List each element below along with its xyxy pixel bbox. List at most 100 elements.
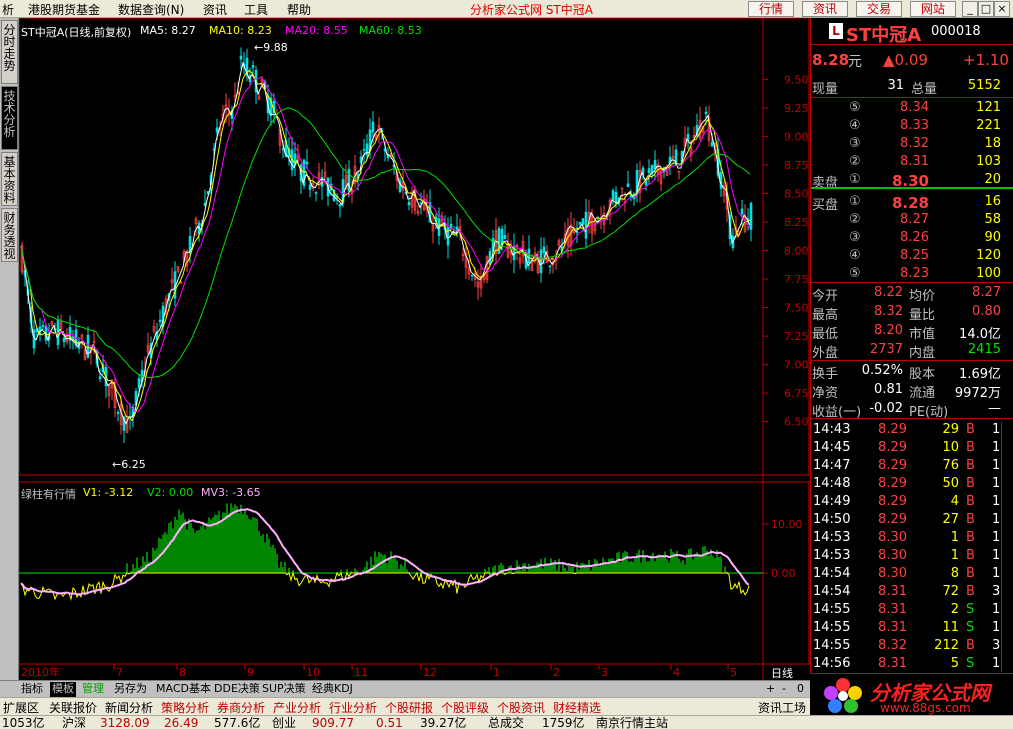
tick-count: 1: [992, 620, 1001, 635]
tick-count: 1: [992, 530, 1001, 545]
status-item: 1759亿: [542, 716, 585, 729]
quote-button[interactable]: 行情: [748, 1, 794, 17]
bar2-item[interactable]: 行业分析: [329, 699, 377, 716]
tab-intraday[interactable]: 分时走势: [1, 20, 18, 84]
sub-legend-name: 绿柱有行情: [21, 488, 76, 501]
tick-volume: 5: [950, 656, 959, 671]
sell-level: ①: [849, 172, 861, 187]
bar2-item[interactable]: 个股研报: [385, 699, 433, 716]
bar2-item[interactable]: 关联报价: [49, 699, 97, 716]
candle-body: [500, 229, 504, 245]
kline-chart[interactable]: 9.50 9.25 9.00 8.75 8.50 8.25 8.00 7.75 7.50 7.25…: [19, 18, 810, 680]
tab-dde[interactable]: DDE决策: [214, 682, 260, 697]
bar2-item[interactable]: 个股评级: [441, 699, 489, 716]
zoom-reset-button[interactable]: 0: [797, 682, 804, 697]
menu-item-news[interactable]: 资讯: [203, 1, 227, 18]
vol-now: 31: [887, 78, 904, 93]
tick-row: 14:43 8.29 29 B 1: [811, 422, 1013, 440]
period-label[interactable]: 日线: [771, 665, 793, 681]
candle-body: [239, 55, 243, 60]
tick-time: 14:48: [813, 476, 851, 491]
legend-ma60: MA60: 8.53: [359, 24, 422, 37]
trade-button[interactable]: 交易: [856, 1, 902, 17]
bar2-item[interactable]: 产业分析: [273, 699, 321, 716]
tick-row: 14:48 8.29 50 B 1: [811, 476, 1013, 494]
price-tick-label: 8.75: [784, 159, 809, 172]
minimize-icon[interactable]: _: [962, 1, 978, 17]
candle-body: [611, 190, 615, 201]
sub-legend-mv3: MV3: -3.65: [201, 486, 261, 499]
tab-financials[interactable]: 财务透视: [1, 208, 18, 262]
tab-indicator[interactable]: 指标: [21, 682, 43, 697]
date-tick-label: 5: [730, 666, 737, 679]
tab-sup[interactable]: SUP决策: [262, 682, 306, 697]
tick-time: 14:55: [813, 638, 851, 653]
ma5-line: [20, 61, 751, 425]
price-tick-label: 7.75: [784, 273, 809, 286]
site-logo: 分析家公式网 www.88gs.com: [810, 673, 1013, 715]
tab-kdj[interactable]: 经典KDJ: [312, 682, 353, 697]
close-icon[interactable]: ×: [994, 1, 1010, 17]
price-change-pct: +1.10: [963, 51, 1009, 69]
tick-row: 14:55 8.32 212 B 3: [811, 638, 1013, 656]
tick-row: 14:49 8.29 4 B 1: [811, 494, 1013, 512]
buy-volume: 90: [984, 230, 1001, 245]
menu-item-hk-futures[interactable]: 港股期货基金: [28, 1, 100, 18]
zoom-in-button[interactable]: +: [766, 682, 775, 697]
menu-item-help[interactable]: 帮助: [287, 1, 311, 18]
bar2-item[interactable]: 新闻分析: [105, 699, 153, 716]
stat-value: 0.80: [972, 304, 1001, 319]
tick-volume: 27: [942, 512, 959, 527]
maximize-icon[interactable]: □: [978, 1, 994, 17]
tick-side: B: [966, 494, 975, 509]
stat-label: 内盘: [909, 346, 936, 361]
quote-panel: L ST中冠A 000018 8.28 元 ▲0.09 +1.10 现量 31 …: [810, 18, 1013, 680]
buy-price: 8.26: [900, 230, 929, 245]
status-item: 577.6亿: [214, 716, 261, 729]
zoom-out-button[interactable]: -: [782, 682, 786, 697]
tick-volume: 72: [942, 584, 959, 599]
tick-volume: 29: [942, 422, 959, 437]
website-button[interactable]: 网站: [910, 1, 956, 17]
price-tick-label: 9.25: [784, 102, 809, 115]
tab-save-as[interactable]: 另存为: [114, 682, 147, 697]
sell-volume: 121: [976, 100, 1001, 115]
ticks-scrollbar[interactable]: [1001, 422, 1013, 672]
news-workshop-button[interactable]: 资讯工场: [758, 699, 806, 716]
tick-price: 8.31: [878, 602, 907, 617]
candle-body: [158, 319, 162, 322]
bar2-item[interactable]: 个股资讯: [497, 699, 545, 716]
tab-macd[interactable]: MACD基本: [156, 682, 211, 697]
tab-fundamentals[interactable]: 基本资料: [1, 152, 18, 206]
tick-price: 8.31: [878, 620, 907, 635]
tab-technical[interactable]: 技术分析: [1, 86, 18, 150]
logo-url: www.88gs.com: [880, 701, 971, 715]
menu-item-analysis[interactable]: 析: [2, 1, 14, 18]
tick-side: B: [966, 422, 975, 437]
tick-time: 14:50: [813, 512, 851, 527]
legend-ma10: MA10: 8.23: [209, 24, 272, 37]
menu-item-data-query[interactable]: 数据查询(N): [118, 1, 184, 18]
tick-time: 14:54: [813, 566, 851, 581]
price-tick-label: 8.25: [784, 216, 809, 229]
menu-item-tools[interactable]: 工具: [244, 1, 268, 18]
bar2-item[interactable]: 财经精选: [553, 699, 601, 716]
sell-level: ④: [849, 118, 861, 133]
stat-row: 净资 0.81 流通 9972万: [811, 382, 1013, 401]
stat-value: —: [988, 401, 1001, 416]
price-tick-label: 9.00: [784, 130, 809, 143]
stat-value: 8.27: [972, 285, 1001, 300]
bar2-item[interactable]: 券商分析: [217, 699, 265, 716]
stat-label: 换手: [812, 367, 839, 382]
tab-manage[interactable]: 管理: [82, 682, 104, 697]
tick-row: 14:54 8.30 8 B 1: [811, 566, 1013, 584]
candle-body: [626, 183, 630, 187]
date-tick-label: 9: [247, 666, 254, 679]
bar2-item[interactable]: 策略分析: [161, 699, 209, 716]
bar2-item[interactable]: 扩展区: [3, 699, 39, 716]
sub-tick-label: 10.00: [771, 518, 803, 531]
tab-template[interactable]: 模板: [50, 682, 76, 697]
tick-count: 1: [992, 458, 1001, 473]
news-button[interactable]: 资讯: [802, 1, 848, 17]
tick-price: 8.31: [878, 656, 907, 671]
